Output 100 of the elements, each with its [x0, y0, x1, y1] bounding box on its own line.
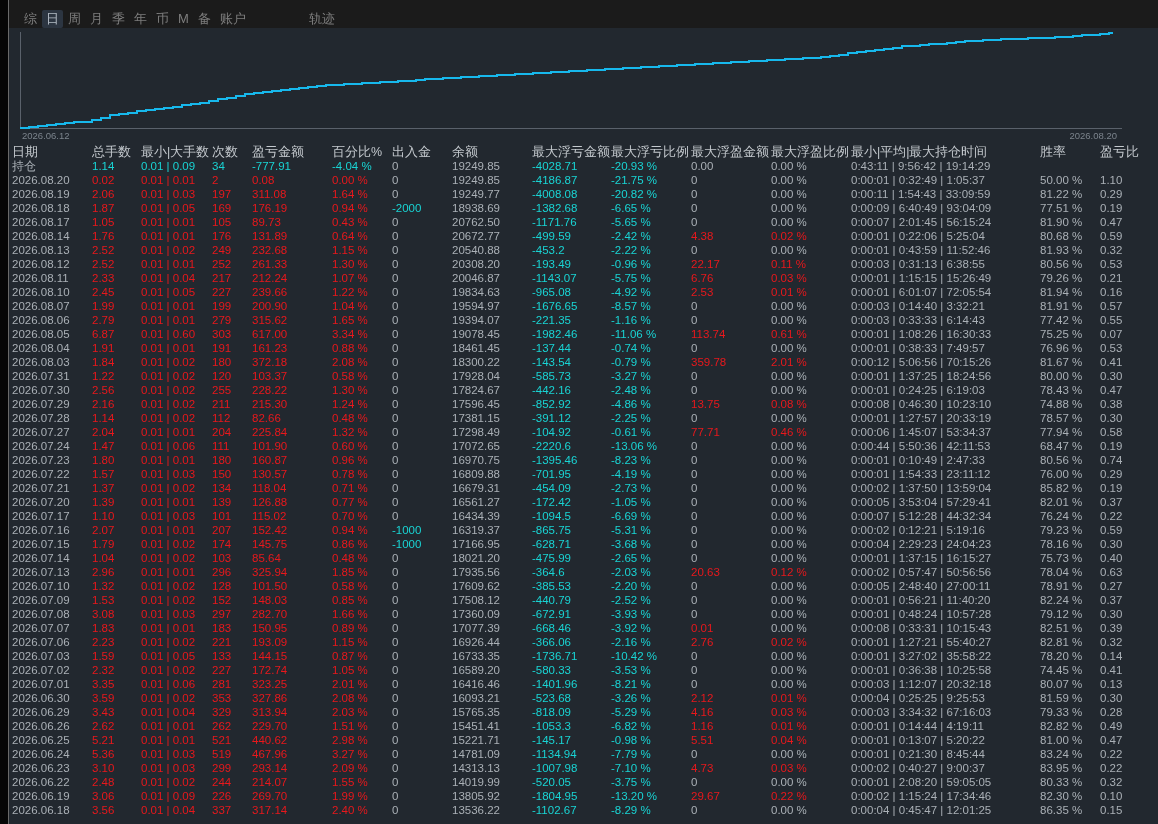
table-cell-text: 81.59 %	[1040, 691, 1084, 705]
table-cell-text: 1.80	[92, 453, 116, 467]
table-cell-text: -5.29 %	[611, 705, 652, 719]
table-cell-text: 239.66	[252, 285, 289, 299]
tab[interactable]: 季	[108, 10, 129, 28]
table-cell-text: 89.73	[252, 215, 282, 229]
table-cell-text: 317.14	[252, 803, 289, 817]
table-cell-text: 103.37	[252, 369, 289, 383]
table-cell-text: 17072.65	[452, 439, 501, 453]
table-cell-text: -7.79 %	[611, 747, 652, 761]
table-cell-text: 19249.77	[452, 187, 501, 201]
table-cell-text: -4.92 %	[611, 285, 652, 299]
table-cell-text: 262	[212, 719, 233, 733]
table-cell-text: 78.16 %	[1040, 537, 1084, 551]
table-cell-text: 81.90 %	[1040, 215, 1084, 229]
tab[interactable]: 综	[20, 10, 41, 28]
table-cell-text: 2.52	[92, 243, 116, 257]
table-cell-text: 2026.08.19	[12, 187, 71, 201]
table-cell-text: 0	[392, 397, 400, 411]
table-cell-text: 0.28	[1100, 705, 1124, 719]
table-cell-text: 296	[212, 565, 233, 579]
table-cell-text: 0.00 %	[771, 243, 808, 257]
table-cell-text: 2026.06.26	[12, 719, 71, 733]
table-cell-text: 0.60 %	[332, 439, 369, 453]
table-cell-text: 0	[392, 635, 400, 649]
table-cell-text: 0.01 %	[771, 285, 808, 299]
tab[interactable]: 备	[193, 10, 215, 28]
table-cell-text: 0	[392, 761, 400, 775]
table-cell-text: 80.07 %	[1040, 677, 1084, 691]
table-cell-text: 2026.07.16	[12, 523, 71, 537]
table-cell-text: 200.90	[252, 299, 289, 313]
table-cell-text: 13805.92	[452, 789, 501, 803]
table-cell-text: 232.68	[252, 243, 289, 257]
table-cell-text: 20762.50	[452, 215, 501, 229]
table-cell-text: 0:00:08 | 0:33:31 | 10:15:43	[851, 621, 993, 635]
table-cell-text: 148.03	[252, 593, 289, 607]
table-cell-text: 2026.08.10	[12, 285, 71, 299]
table-cell-text: 2.96	[92, 565, 116, 579]
tab[interactable]: 币	[152, 10, 173, 28]
tab[interactable]: 年	[130, 10, 151, 28]
table-cell-text: 160.87	[252, 453, 289, 467]
table-cell-text: -8.23 %	[611, 453, 652, 467]
table-cell-text: 68.47 %	[1040, 439, 1084, 453]
table-cell-text: 176	[212, 229, 233, 243]
table-cell-text: 0.01 | 0.01	[141, 453, 197, 467]
table-cell-text: 2.56	[92, 383, 116, 397]
table-cell-text: 0	[392, 705, 400, 719]
table-cell-text: 0.00 %	[771, 677, 808, 691]
table-cell-text: 199	[212, 299, 233, 313]
table-cell-text: 1.66 %	[332, 607, 369, 621]
tab[interactable]: 账户	[215, 10, 250, 28]
table-cell-text: 2026.06.18	[12, 803, 71, 817]
table-cell-text: 19249.85	[452, 159, 501, 173]
table-cell-text: 1.84	[92, 355, 116, 369]
table-cell-text: 0	[691, 299, 699, 313]
table-cell-text: 0.00 %	[771, 313, 808, 327]
tab[interactable]: 周	[64, 10, 85, 28]
table-cell-text: 0.07	[1100, 327, 1124, 341]
table-cell-text: 0	[691, 411, 699, 425]
table-cell-text: 2026.07.06	[12, 635, 71, 649]
table-cell-text: 2.53	[691, 285, 715, 299]
table-cell-text: 19834.63	[452, 285, 501, 299]
table-cell-text: -454.09	[532, 481, 572, 495]
table-cell-text: -3.93 %	[611, 607, 652, 621]
table-cell-text: 0.01 | 0.01	[141, 229, 197, 243]
table-cell-text: 180	[212, 355, 233, 369]
table-cell-text: 0.37	[1100, 593, 1124, 607]
table-cell-text: 0:00:01 | 0:36:38 | 10:25:58	[851, 663, 993, 677]
tab[interactable]: 月	[86, 10, 107, 28]
table-cell-text: 2.08 %	[332, 691, 369, 705]
table-cell-text: 0.01 | 0.01	[141, 173, 197, 187]
table-cell-text: 161.23	[252, 341, 289, 355]
table-cell-text: 0.49	[1100, 719, 1124, 733]
table-cell-text: 0.19	[1100, 481, 1124, 495]
table-cell-text: -628.71	[532, 537, 572, 551]
column-header: 最小|平均|最大持仓时间	[851, 145, 989, 159]
table-cell-text: 0:00:01 | 3:27:02 | 35:58:22	[851, 649, 993, 663]
tab[interactable]: 日	[42, 10, 63, 28]
table-cell-text: 0.61 %	[771, 327, 808, 341]
table-cell-text: 521	[212, 733, 233, 747]
table-cell-text: 1.64 %	[332, 187, 369, 201]
table-cell-text: 16589.20	[452, 663, 501, 677]
table-cell-text: 2026.08.07	[12, 299, 71, 313]
table-cell-text: 2026.07.20	[12, 495, 71, 509]
table-cell-text: 0:00:03 | 0:31:13 | 6:38:55	[851, 257, 986, 271]
table-cell-text: 82.82 %	[1040, 719, 1084, 733]
column-header: 盈亏金额	[252, 145, 305, 159]
table-cell-text: 0.29	[1100, 467, 1124, 481]
table-cell-text: -366.06	[532, 635, 572, 649]
table-cell-text: 1.04	[92, 551, 116, 565]
table-cell-text: -11.06 %	[611, 327, 658, 341]
table-cell-text: 282.70	[252, 607, 289, 621]
table-cell-text: 4.38	[691, 229, 715, 243]
table-cell-text: 226	[212, 789, 233, 803]
tab[interactable]: M	[174, 10, 193, 28]
table-cell-text: -1676.65	[532, 299, 579, 313]
tab[interactable]: 轨迹	[304, 10, 339, 28]
table-cell-text: 78.91 %	[1040, 579, 1084, 593]
table-cell-text: 0.77 %	[332, 495, 369, 509]
table-cell-text: 2026.07.03	[12, 649, 71, 663]
